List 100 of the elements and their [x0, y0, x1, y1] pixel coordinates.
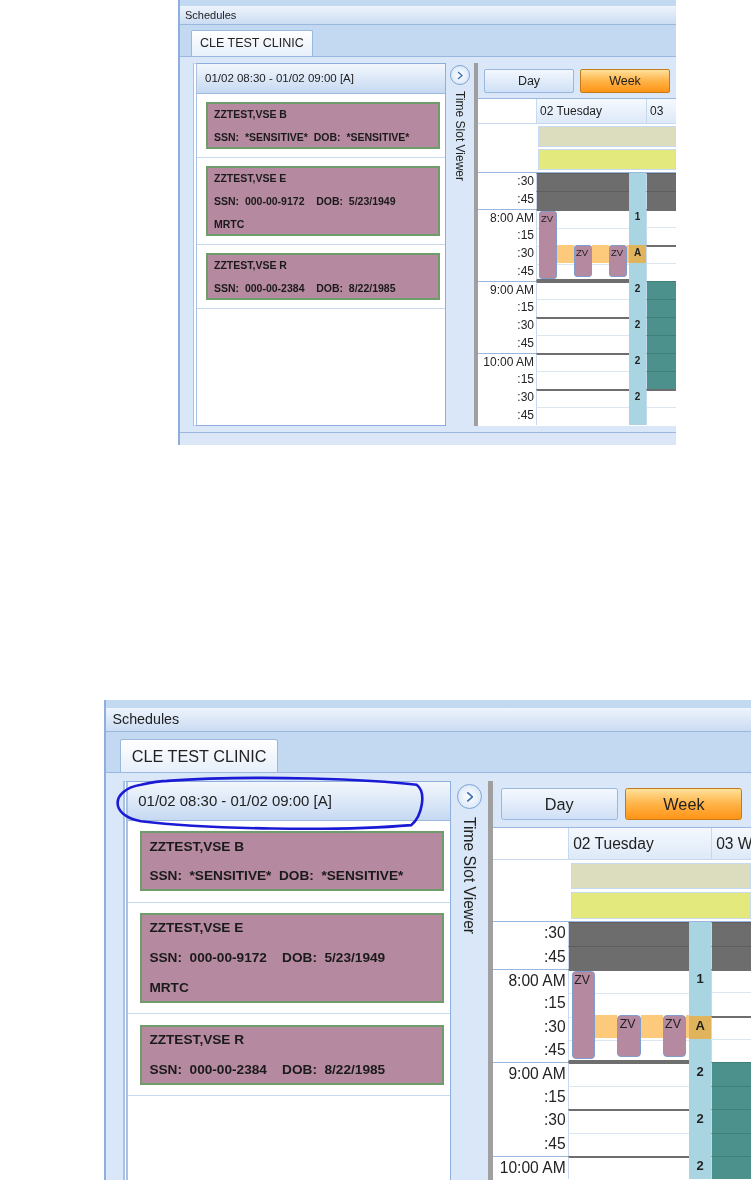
time-slot[interactable] [646, 299, 676, 317]
slot-count: 2 [629, 389, 646, 407]
chevron-icon [457, 70, 463, 80]
time-slot[interactable] [536, 281, 629, 299]
patient-name: ZZTEST,VSE R [149, 1031, 246, 1049]
patient-detail: SSN: 000-00-9172 DOB: 5/23/1949 [149, 950, 387, 968]
time-slot[interactable] [646, 245, 676, 263]
time-slot[interactable] [646, 389, 676, 407]
chevron-icon [465, 790, 474, 803]
view-button[interactable]: Week [625, 788, 743, 820]
slot-count: 2 [689, 1062, 712, 1086]
patient-detail: MRTC [149, 980, 190, 997]
time-label: :45 [516, 263, 535, 280]
appointment-block[interactable]: ZV [662, 1015, 687, 1057]
time-slot[interactable] [711, 1156, 752, 1180]
patient-name: ZZTEST,VSE E [214, 172, 288, 185]
patient-detail: SSN: 000-00-2384 DOB: 8/22/1985 [149, 1061, 387, 1079]
slot-count: 2 [629, 353, 646, 371]
time-label: :45 [516, 335, 535, 352]
appointment-block[interactable]: ZV [617, 1015, 641, 1057]
time-slot[interactable] [646, 209, 676, 227]
patient-name: ZZTEST,VSE E [149, 920, 245, 938]
time-slot[interactable] [646, 191, 676, 209]
time-slot[interactable] [646, 317, 676, 335]
time-label: :30 [516, 245, 535, 262]
time-label: :15 [542, 1086, 567, 1107]
patient-card[interactable]: ZZTEST,VSE B SSN: *SENSITIVE* DOB: *SENSITIVE* [139, 831, 444, 892]
time-slot[interactable] [536, 353, 629, 371]
side-panel-label: Time Slot Viewer [453, 91, 467, 182]
time-slot[interactable] [568, 1109, 690, 1133]
time-slot[interactable] [568, 1062, 690, 1086]
patient-name: ZZTEST,VSE B [149, 838, 246, 856]
day-header[interactable]: 03 [646, 99, 676, 123]
patient-name: ZZTEST,VSE R [214, 259, 288, 272]
patient-card[interactable]: ZZTEST,VSE R SSN: 000-00-2384 DOB: 8/22/1985 [139, 1024, 444, 1085]
time-slot[interactable] [646, 281, 676, 299]
slot-count: 2 [689, 1109, 712, 1133]
time-slot[interactable] [711, 968, 752, 993]
time-slot[interactable] [536, 389, 629, 407]
clinic-tab[interactable]: CLE TEST CLINIC [120, 739, 278, 773]
time-slot[interactable] [711, 922, 752, 946]
time-slot[interactable] [646, 353, 676, 371]
patient-detail: SSN: 000-00-2384 DOB: 8/22/1985 [214, 282, 397, 295]
time-slot[interactable] [711, 945, 752, 969]
slot-count: 2 [689, 1156, 712, 1180]
expand-button[interactable] [456, 783, 483, 810]
held-slot[interactable] [595, 1015, 618, 1039]
time-slot[interactable] [711, 1132, 752, 1157]
appointment-block[interactable]: ZV [574, 245, 592, 277]
time-label: :45 [516, 407, 535, 424]
time-label: :15 [516, 371, 535, 388]
appointment-block[interactable]: ZV [609, 245, 627, 277]
patient-card[interactable]: ZZTEST,VSE R SSN: 000-00-2384 DOB: 8/22/1985 [206, 253, 440, 300]
slot-count: 2 [629, 317, 646, 335]
slot-count: 2 [629, 281, 646, 299]
time-label: :15 [516, 299, 535, 316]
day-header[interactable]: 02 Tuesday [568, 827, 712, 859]
slot-count: 1 [689, 968, 712, 993]
time-slot[interactable] [536, 317, 629, 335]
time-label: :30 [516, 389, 535, 406]
patient-detail: SSN: 000-00-9172 DOB: 5/23/1949 [214, 195, 397, 208]
time-slot[interactable] [646, 335, 676, 353]
time-label: :15 [542, 993, 567, 1014]
time-slot[interactable] [711, 1062, 752, 1086]
expand-button[interactable] [450, 65, 470, 85]
appointment-block[interactable]: ZV [571, 970, 596, 1060]
side-panel-label: Time Slot Viewer [460, 817, 479, 935]
slot-count: A [689, 1015, 712, 1040]
appointment-block[interactable]: ZV [539, 211, 557, 279]
time-label: :30 [516, 317, 535, 334]
slot-count: A [629, 245, 646, 263]
time-label: :45 [542, 1133, 567, 1154]
patient-detail: SSN: *SENSITIVE* DOB: *SENSITIVE* [149, 868, 405, 886]
time-label: :30 [542, 923, 567, 944]
view-button[interactable]: Day [500, 788, 618, 820]
time-slot[interactable] [568, 1156, 690, 1180]
held-slot[interactable] [686, 1015, 690, 1039]
patient-card[interactable]: ZZTEST,VSE B SSN: *SENSITIVE* DOB: *SENSITIVE* [206, 102, 440, 149]
day-header[interactable]: 02 Tuesday [536, 99, 646, 123]
time-slot[interactable] [711, 1015, 752, 1040]
time-label: :45 [542, 946, 567, 967]
slot-header: 01/02 08:30 - 01/02 09:00 [A] [127, 782, 451, 821]
slot-count: 1 [629, 209, 646, 227]
time-label: :15 [516, 227, 535, 244]
patient-detail: SSN: *SENSITIVE* DOB: *SENSITIVE* [214, 131, 411, 144]
time-label: :45 [542, 1040, 567, 1061]
time-slot[interactable] [711, 1109, 752, 1133]
patient-card[interactable]: ZZTEST,VSE E SSN: 000-00-9172 DOB: 5/23/1949 MRTC [206, 166, 440, 236]
patient-card[interactable]: ZZTEST,VSE E SSN: 000-00-9172 DOB: 5/23/1949 MRTC [139, 913, 444, 1003]
time-slot[interactable] [711, 1085, 752, 1110]
time-slot[interactable] [646, 371, 676, 389]
time-label: :30 [542, 1016, 567, 1037]
time-slot[interactable] [646, 173, 676, 191]
time-label: :30 [516, 173, 535, 190]
view-button[interactable]: Day [484, 68, 574, 93]
time-label: :30 [542, 1110, 567, 1131]
view-button[interactable]: Week [580, 68, 670, 93]
patient-name: ZZTEST,VSE B [214, 108, 288, 121]
held-slot[interactable] [640, 1015, 663, 1039]
clinic-tab[interactable]: CLE TEST CLINIC [191, 30, 313, 56]
